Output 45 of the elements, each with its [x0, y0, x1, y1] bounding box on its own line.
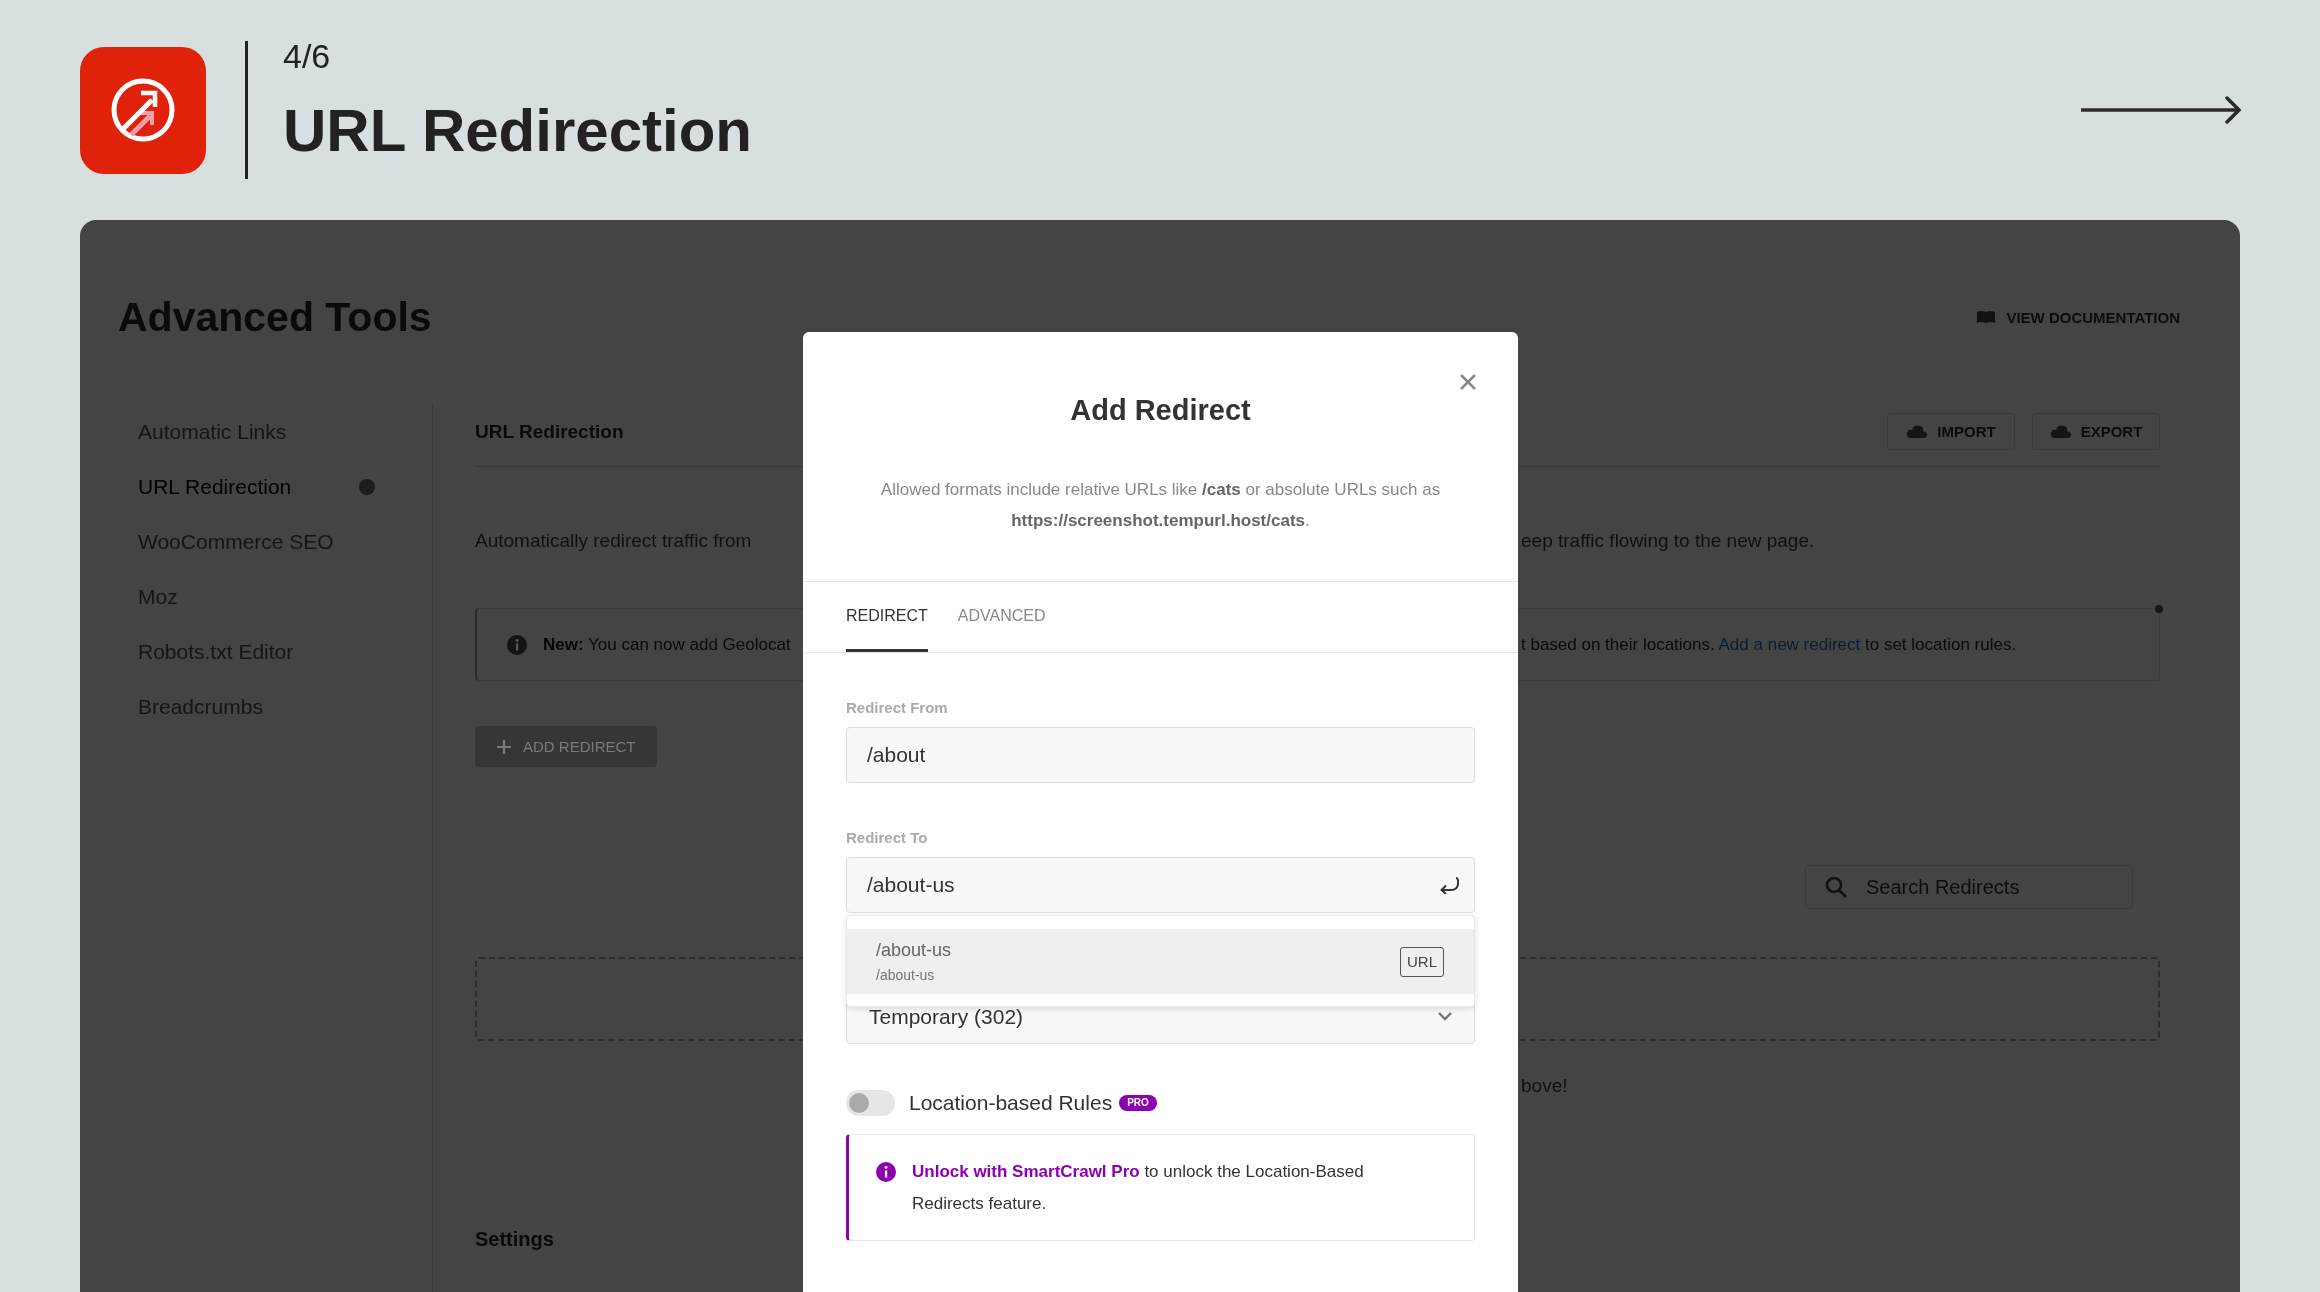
section-title: URL Redirection — [475, 420, 624, 443]
input-field[interactable]: /about — [846, 727, 1475, 783]
chevron-down-icon — [1438, 1012, 1452, 1021]
upsell-link[interactable]: Unlock with SmartCrawl Pro — [912, 1162, 1140, 1181]
search-icon — [1825, 876, 1847, 898]
dot-icon — [2155, 605, 2163, 613]
page-title: Advanced Tools — [118, 293, 432, 341]
input-field[interactable]: /about-us — [846, 857, 1475, 913]
toggle-label: Location-based Rules — [909, 1091, 1113, 1115]
sidebar-item[interactable]: URL Redirection — [138, 459, 432, 514]
info-icon — [507, 634, 527, 655]
close-button[interactable] — [1459, 373, 1477, 391]
notice-text: t based on their locations. Add a new redirect to set location rules. — [1520, 634, 2018, 655]
notice-text: New: You can now add Geolocat — [543, 634, 791, 655]
return-icon — [1439, 876, 1459, 894]
step-counter: 4/6 — [283, 36, 332, 76]
info-icon — [876, 1162, 896, 1182]
logo-icon — [80, 46, 206, 174]
toggle-switch[interactable] — [846, 1090, 895, 1116]
field-label: Redirect To — [846, 828, 929, 848]
tab[interactable]: ADVANCED — [957, 582, 1046, 652]
documentation-link[interactable]: VIEW DOCUMENTATION — [1976, 308, 2180, 326]
book-icon — [1976, 310, 1997, 324]
import-button[interactable]: IMPORT — [1887, 413, 2015, 450]
cloud-icon — [2049, 424, 2072, 439]
upsell-text: Unlock with SmartCrawl Pro to unlock the Location-Based Redirects feature. — [912, 1161, 1365, 1215]
close-icon — [1460, 374, 1476, 390]
suggestion-title: /about-us — [876, 939, 952, 961]
arrow-right-icon — [2081, 96, 2242, 124]
plus-icon — [497, 739, 511, 754]
url-tag: URL — [1400, 946, 1444, 977]
page-heading: URL Redirection — [283, 98, 752, 164]
settings-heading: Settings — [475, 1227, 554, 1252]
field-label: Redirect From — [846, 698, 949, 718]
pro-badge: PRO — [1119, 1095, 1157, 1111]
suggestion-item[interactable]: /about-us /about-us URL — [847, 929, 1474, 994]
export-button[interactable]: EXPORT — [2032, 413, 2160, 450]
modal-description: Allowed formats include relative URLs like /cats or absolute URLs such as https://screenshot.tempurl.host/cats. — [879, 479, 1442, 532]
cloud-icon — [1906, 424, 1929, 439]
tab[interactable]: REDIRECT — [846, 582, 928, 652]
suggestion-subtitle: /about-us — [876, 966, 936, 984]
add-redirect-button[interactable]: ADD REDIRECT — [475, 726, 657, 767]
modal-title: Add Redirect — [1069, 393, 1252, 428]
add-redirect-link[interactable]: Add a new redirect — [1718, 634, 1861, 654]
dot-icon — [359, 478, 375, 495]
